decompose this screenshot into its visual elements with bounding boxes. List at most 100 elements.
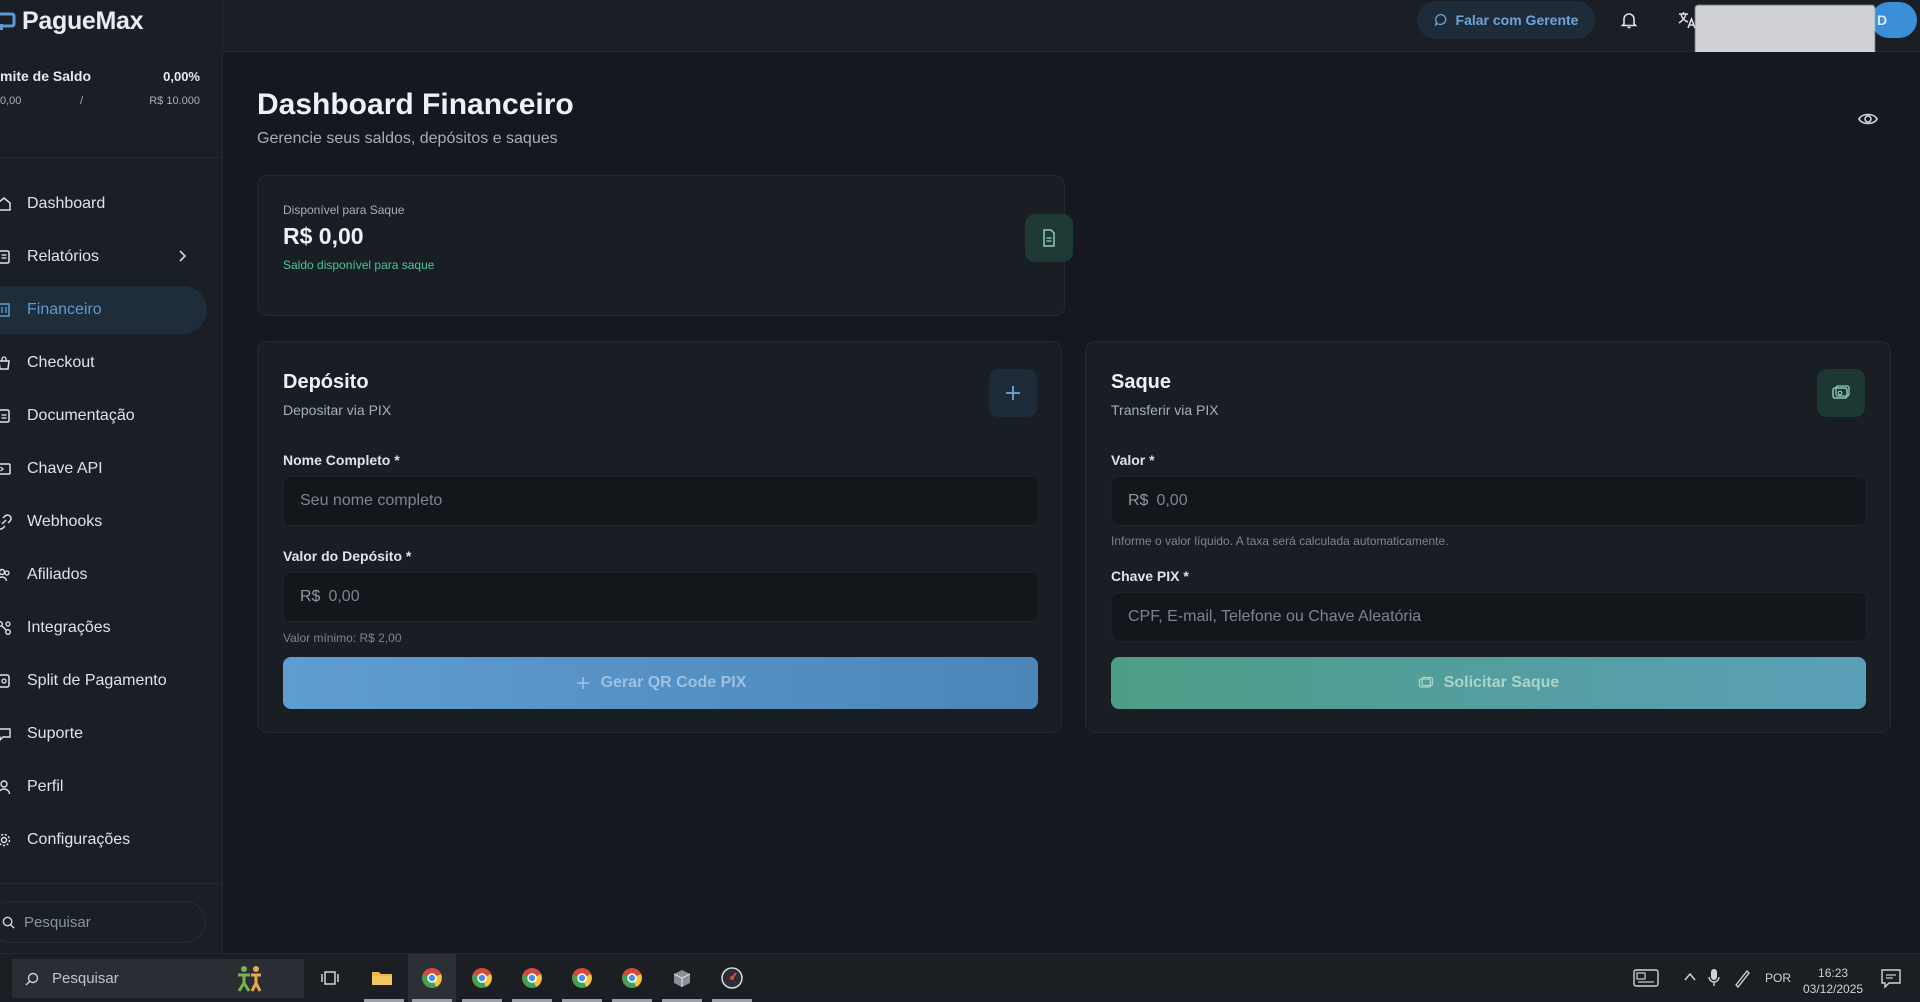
chrome-icon[interactable] xyxy=(567,963,597,993)
brand[interactable]: PagueMax xyxy=(0,6,144,36)
bell-icon[interactable] xyxy=(1619,10,1639,30)
available-hint: Saldo disponível para saque xyxy=(283,258,435,272)
sidebar-search-input[interactable] xyxy=(24,913,184,931)
logo-icon xyxy=(0,12,16,30)
chevron-right-icon xyxy=(179,250,187,262)
withdraw-transfer-button[interactable] xyxy=(1817,369,1865,417)
withdraw-value-hint: Informe o valor líquido. A taxa será cal… xyxy=(1111,534,1449,548)
sidebar-search[interactable] xyxy=(0,901,206,943)
file-explorer-icon[interactable] xyxy=(367,963,397,993)
sidebar-item-perfil[interactable]: Perfil xyxy=(0,763,207,811)
request-withdraw-label: Solicitar Saque xyxy=(1443,674,1560,691)
eye-icon[interactable] xyxy=(1857,108,1879,130)
sidebar-item-suporte[interactable]: Suporte xyxy=(0,710,207,758)
plus-icon xyxy=(576,677,589,689)
notification-center-icon[interactable] xyxy=(1880,967,1902,989)
report-icon xyxy=(0,249,12,265)
balance-separator: / xyxy=(80,95,84,107)
package-icon[interactable] xyxy=(667,963,697,993)
avatar-initial: D xyxy=(1877,12,1888,28)
deposit-name-input[interactable] xyxy=(300,492,965,510)
request-withdraw-button[interactable]: Solicitar Saque xyxy=(1111,657,1866,709)
deposit-add-button[interactable] xyxy=(989,369,1037,417)
available-label: Disponível para Saque xyxy=(283,203,405,217)
sidebar-item-label: Integrações xyxy=(27,619,111,636)
bag-icon xyxy=(0,355,12,371)
keyboard-icon[interactable] xyxy=(1633,969,1659,987)
balance-limit-percent: 0,00% xyxy=(163,68,200,84)
pen-icon[interactable] xyxy=(1733,968,1751,988)
speedometer-icon[interactable] xyxy=(717,963,747,993)
withdraw-subtitle: Transferir via PIX xyxy=(1111,402,1219,418)
taskbar-search[interactable]: Pesquisar xyxy=(12,959,304,998)
task-view-icon[interactable] xyxy=(315,963,345,993)
deposit-value-input[interactable] xyxy=(328,588,993,606)
translate-icon[interactable] xyxy=(1677,10,1697,30)
talk-to-manager-label: Falar com Gerente xyxy=(1455,12,1579,28)
generate-qr-label: Gerar QR Code PIX xyxy=(600,674,747,691)
chrome-icon[interactable] xyxy=(417,963,447,993)
clock-time: 16:23 xyxy=(1818,966,1849,980)
sidebar-item-relatorios[interactable]: Relatórios xyxy=(0,233,207,281)
balance-limit: mite de Saldo 0,00% 0,00 / R$ 10.000 xyxy=(0,68,200,107)
sidebar-item-dashboard[interactable]: Dashboard xyxy=(0,180,207,228)
user-icon xyxy=(0,779,12,795)
document-icon xyxy=(0,408,12,424)
sidebar-item-label: Dashboard xyxy=(27,195,106,212)
sidebar-item-label: Webhooks xyxy=(27,513,103,530)
sidebar-item-label: Checkout xyxy=(27,354,95,371)
sidebar-item-checkout[interactable]: Checkout xyxy=(0,339,207,387)
withdraw-value-input[interactable] xyxy=(1156,492,1821,510)
deposit-value-field[interactable]: R$ xyxy=(283,572,1039,622)
os-taskbar: Pesquisar POR 16:23 03/12/2025 xyxy=(0,953,1920,1002)
sidebar-item-split-de-pagamento[interactable]: Split de Pagamento xyxy=(0,657,207,705)
app-window: PagueMax mite de Saldo 0,00% 0,00 / R$ 1… xyxy=(0,0,1920,1002)
deposit-card: Depósito Depositar via PIX Nome Completo… xyxy=(257,341,1062,733)
avatar[interactable]: D xyxy=(1871,2,1917,38)
sidebar-item-integracoes[interactable]: Integrações xyxy=(0,604,207,652)
chrome-icon[interactable] xyxy=(467,963,497,993)
generate-qr-button[interactable]: Gerar QR Code PIX xyxy=(283,657,1038,709)
pix-key-input[interactable] xyxy=(1128,608,1793,626)
sidebar-item-financeiro[interactable]: Financeiro xyxy=(0,286,207,334)
statement-button[interactable] xyxy=(1025,214,1073,262)
sidebar-item-label: Afiliados xyxy=(27,566,88,583)
withdraw-value-field[interactable]: R$ xyxy=(1111,476,1867,526)
balance-current: 0,00 xyxy=(0,95,22,107)
transfer-icon xyxy=(1832,385,1850,399)
sidebar-item-webhooks[interactable]: Webhooks xyxy=(0,498,207,546)
plus-icon xyxy=(1006,386,1020,400)
balance-max: R$ 10.000 xyxy=(149,95,200,107)
language-indicator[interactable]: POR xyxy=(1765,971,1791,985)
home-icon xyxy=(0,196,12,212)
deposit-subtitle: Depositar via PIX xyxy=(283,402,392,418)
integration-icon xyxy=(0,620,12,636)
pix-key-field[interactable] xyxy=(1111,592,1867,642)
sidebar-item-label: Split de Pagamento xyxy=(27,672,167,689)
sidebar-item-label: Relatórios xyxy=(27,248,100,265)
system-clock[interactable]: 16:23 03/12/2025 xyxy=(1803,965,1863,997)
sidebar-item-label: Documentação xyxy=(27,407,135,424)
users-icon xyxy=(0,567,12,583)
chrome-icon[interactable] xyxy=(617,963,647,993)
search-icon xyxy=(2,916,15,929)
sidebar-item-configuracoes[interactable]: Configurações xyxy=(0,816,207,864)
page-subtitle: Gerencie seus saldos, depósitos e saques xyxy=(257,130,558,147)
withdraw-title: Saque xyxy=(1111,371,1172,393)
sidebar-item-label: Financeiro xyxy=(27,301,102,318)
sidebar-divider xyxy=(0,157,223,158)
sidebar-item-chave-api[interactable]: Chave API xyxy=(0,445,207,493)
chat-icon xyxy=(0,726,12,742)
document-icon xyxy=(1043,229,1055,247)
chrome-icon[interactable] xyxy=(517,963,547,993)
deposit-name-field[interactable] xyxy=(283,476,1039,526)
sidebar-item-documentacao[interactable]: Documentação xyxy=(0,392,207,440)
search-icon xyxy=(25,972,39,985)
talk-to-manager-button[interactable]: Falar com Gerente xyxy=(1417,1,1595,39)
sidebar-divider xyxy=(0,883,223,884)
sidebar-item-afiliados[interactable]: Afiliados xyxy=(0,551,207,599)
terminal-icon xyxy=(0,461,12,477)
chevron-up-icon[interactable] xyxy=(1683,970,1697,984)
deposit-title: Depósito xyxy=(283,371,369,393)
microphone-icon[interactable] xyxy=(1707,968,1721,988)
